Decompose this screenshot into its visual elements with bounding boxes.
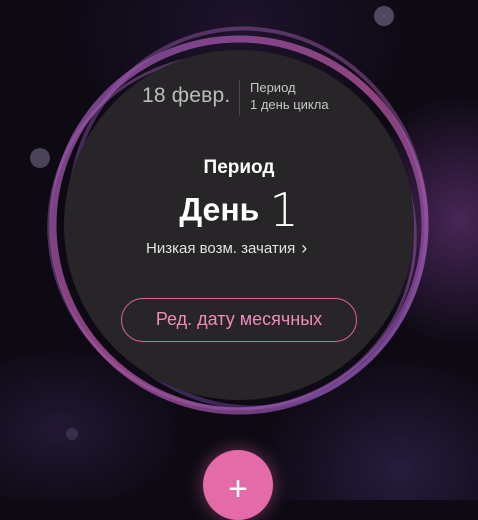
plus-icon: + xyxy=(228,470,248,508)
phase-label: Период xyxy=(203,157,275,178)
current-date: 18 февр. xyxy=(142,84,231,107)
phase-name: Период xyxy=(250,80,296,95)
day-number: 1 xyxy=(269,183,299,237)
fertility-link[interactable]: Низкая возм. зачатия › xyxy=(146,238,308,258)
cycle-day-display: День 1 xyxy=(0,183,478,237)
cycle-day-text: 1 день цикла xyxy=(250,97,329,112)
cycle-info: Период 1 день цикла xyxy=(250,79,329,113)
divider xyxy=(239,80,240,116)
day-word: День xyxy=(179,191,260,228)
add-button[interactable]: + xyxy=(203,450,273,520)
fertility-text: Низкая возм. зачатия xyxy=(146,240,296,257)
chevron-right-icon: › xyxy=(301,238,308,258)
edit-period-dates-button[interactable]: Ред. дату месячных xyxy=(121,298,357,342)
